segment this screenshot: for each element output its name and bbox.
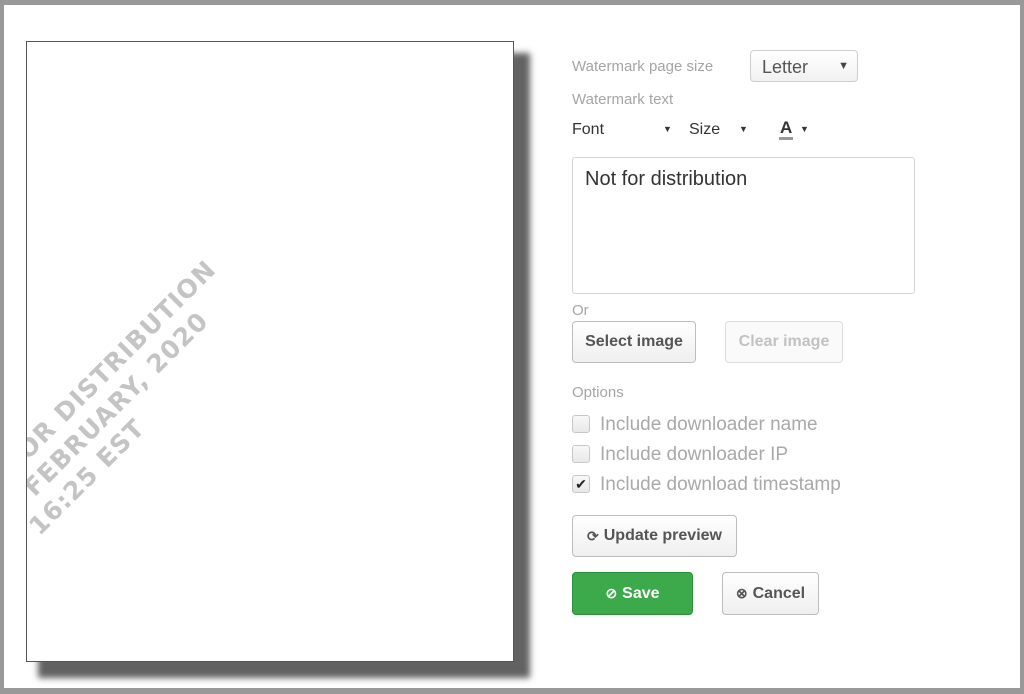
save-button[interactable]: ⊘ Save — [572, 572, 693, 615]
select-image-button[interactable]: Select image — [572, 321, 696, 363]
include-downloader-name-checkbox[interactable] — [572, 415, 590, 433]
save-label: Save — [622, 584, 660, 602]
watermark-preview-page: NOT FOR DISTRIBUTION 19 FEBRUARY, 2020 1… — [26, 41, 514, 662]
include-downloader-name-label[interactable]: Include downloader name — [600, 414, 818, 436]
watermark-text-label: Watermark text — [572, 91, 674, 108]
cancel-button[interactable]: ⊗ Cancel — [722, 572, 819, 615]
page-size-select[interactable]: Letter ▼ — [750, 50, 858, 82]
times-circle-icon: ⊗ — [735, 585, 748, 601]
cancel-label: Cancel — [752, 584, 806, 602]
include-download-timestamp-label[interactable]: Include download timestamp — [600, 474, 841, 496]
font-dropdown[interactable]: Font — [572, 121, 604, 139]
update-preview-button[interactable]: ⟳ Update preview — [572, 515, 737, 557]
or-label: Or — [572, 302, 589, 319]
select-image-label: Select image — [585, 333, 683, 350]
clear-image-button[interactable]: Clear image — [725, 321, 843, 363]
update-preview-label: Update preview — [603, 527, 722, 544]
chevron-down-icon: ▼ — [838, 60, 849, 72]
options-label: Options — [572, 384, 624, 401]
refresh-icon: ⟳ — [587, 527, 599, 544]
font-color-icon[interactable]: A — [779, 119, 794, 140]
check-icon: ✔ — [575, 476, 587, 492]
include-downloader-ip-label[interactable]: Include downloader IP — [600, 444, 788, 466]
include-download-timestamp-checkbox[interactable]: ✔ — [572, 475, 590, 493]
font-caret-icon[interactable]: ▼ — [663, 124, 672, 134]
check-circle-icon: ⊘ — [605, 585, 618, 601]
clear-image-label: Clear image — [738, 333, 830, 350]
watermark-text-input[interactable]: Not for distribution — [572, 157, 915, 294]
page-size-value: Letter — [762, 57, 809, 77]
watermark-preview-text: NOT FOR DISTRIBUTION 19 FEBRUARY, 2020 1… — [27, 211, 309, 574]
include-downloader-ip-checkbox[interactable] — [572, 445, 590, 463]
size-caret-icon[interactable]: ▼ — [739, 124, 748, 134]
font-color-caret-icon[interactable]: ▼ — [800, 124, 809, 134]
size-dropdown[interactable]: Size — [689, 121, 720, 139]
page-size-label: Watermark page size — [572, 58, 714, 75]
